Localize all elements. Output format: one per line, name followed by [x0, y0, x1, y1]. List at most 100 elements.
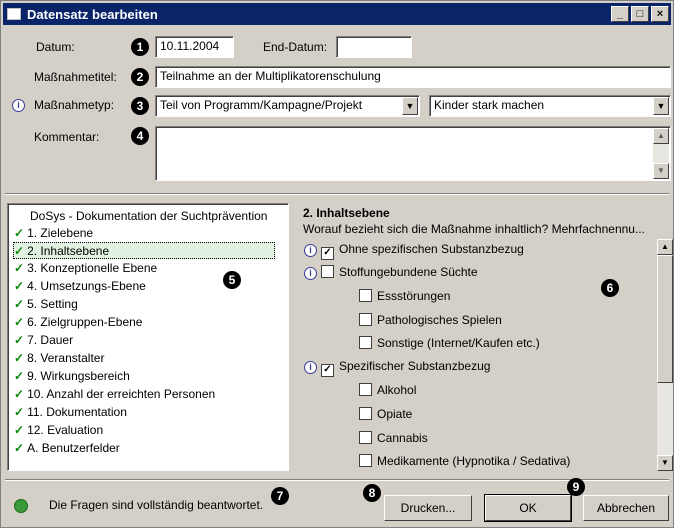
check-icon: ✓: [14, 441, 25, 455]
datum-input[interactable]: 10.11.2004: [155, 36, 234, 58]
scroll-up-icon[interactable]: ▲: [653, 128, 669, 144]
nav-item-dokumentation[interactable]: ✓ 11. Dokumentation: [14, 404, 127, 421]
checkbox-sonstige[interactable]: Sonstige (Internet/Kaufen etc.): [359, 335, 540, 351]
nav-item-inhaltsebene[interactable]: ✓ 2. Inhaltsebene: [13, 242, 275, 259]
info-icon[interactable]: i: [304, 361, 317, 374]
checkbox-ohne-substanzbezug[interactable]: ✓ Ohne spezifischen Substanzbezug: [321, 241, 524, 260]
check-icon: ✓: [14, 369, 25, 383]
nav-item-label: 3. Konzeptionelle Ebene: [27, 261, 158, 275]
checkbox-essstoerungen[interactable]: Essstörungen: [359, 288, 450, 304]
end-datum-label: End-Datum:: [263, 40, 328, 54]
checkbox-icon[interactable]: [359, 454, 372, 467]
checkbox-icon[interactable]: [359, 383, 372, 396]
scrollbar-thumb[interactable]: [657, 255, 673, 383]
massnahmetyp-label: Maßnahmetyp:: [34, 98, 115, 112]
checkbox-pathologisches-spielen[interactable]: Pathologisches Spielen: [359, 312, 502, 328]
check-icon: ✓: [14, 387, 25, 401]
dialog-window: Datensatz bearbeiten _ □ × Datum: 1 10.1…: [0, 0, 674, 528]
section-navigation-list[interactable]: DoSys - Dokumentation der Suchtpräventio…: [7, 203, 289, 471]
nav-item-dauer[interactable]: ✓ 7. Dauer: [14, 332, 73, 349]
checkbox-spezifischer-substanzbezug[interactable]: ✓ Spezifischer Substanzbezug: [321, 358, 491, 377]
info-icon[interactable]: i: [304, 244, 317, 257]
nav-item-label: 4. Umsetzungs-Ebene: [27, 279, 146, 293]
checkbox-checked-icon[interactable]: ✓: [321, 364, 334, 377]
checkbox-medikamente[interactable]: Medikamente (Hypnotika / Sedativa): [359, 453, 570, 469]
nav-item-label: 12. Evaluation: [27, 423, 104, 437]
nav-item-label: 11. Dokumentation: [27, 405, 127, 419]
checkbox-checked-icon[interactable]: ✓: [321, 247, 334, 260]
checkbox-label: Opiate: [377, 407, 413, 421]
nav-item-benutzerfelder[interactable]: ✓ A. Benutzerfelder: [14, 440, 120, 457]
nav-item-anzahl-personen[interactable]: ✓ 10. Anzahl der erreichten Personen: [14, 386, 215, 403]
check-icon: ✓: [14, 261, 25, 275]
massnahmetyp-select[interactable]: Teil von Programm/Kampagne/Projekt ▼: [155, 95, 420, 117]
datum-label: Datum:: [36, 40, 75, 54]
status-ok-icon: [14, 499, 28, 513]
checkbox-alkohol[interactable]: Alkohol: [359, 382, 416, 398]
checkbox-icon[interactable]: [359, 289, 372, 302]
title-bar[interactable]: Datensatz bearbeiten _ □ ×: [3, 3, 671, 25]
nav-item-label: 2. Inhaltsebene: [27, 244, 110, 258]
check-icon: ✓: [14, 297, 25, 311]
checkbox-stoffungebundene-suechte[interactable]: Stoffungebundene Süchte: [321, 264, 478, 280]
scroll-down-icon[interactable]: ▼: [657, 455, 673, 471]
checkbox-label: Spezifischer Substanzbezug: [339, 359, 491, 373]
minimize-button[interactable]: _: [611, 6, 629, 22]
window-icon: [7, 8, 21, 20]
callout-badge-8: 8: [363, 484, 381, 502]
checkbox-label: Cannabis: [377, 431, 428, 445]
ok-button[interactable]: OK: [484, 494, 572, 522]
checkbox-icon[interactable]: [359, 407, 372, 420]
nav-item-label: 9. Wirkungsbereich: [27, 369, 130, 383]
checkbox-icon[interactable]: [359, 313, 372, 326]
nav-item-zielgruppen-ebene[interactable]: ✓ 6. Zielgruppen-Ebene: [14, 314, 142, 331]
nav-header: DoSys - Dokumentation der Suchtpräventio…: [30, 209, 268, 223]
checkbox-icon[interactable]: [359, 336, 372, 349]
callout-badge-6: 6: [601, 279, 619, 297]
check-icon: ✓: [14, 351, 25, 365]
check-icon: ✓: [14, 423, 25, 437]
info-icon[interactable]: i: [12, 99, 25, 112]
checkbox-opiate[interactable]: Opiate: [359, 406, 412, 422]
panel-title: 2. Inhaltsebene: [303, 206, 390, 220]
check-icon: ✓: [14, 333, 25, 347]
nav-item-konzeptionelle-ebene[interactable]: ✓ 3. Konzeptionelle Ebene: [14, 260, 157, 277]
callout-badge-2: 2: [131, 68, 149, 86]
close-button[interactable]: ×: [651, 6, 669, 22]
chevron-down-icon[interactable]: ▼: [402, 97, 418, 115]
checkbox-icon[interactable]: [321, 265, 334, 278]
callout-badge-4: 4: [131, 127, 149, 145]
massnahmetitel-label: Maßnahmetitel:: [34, 70, 117, 84]
checkbox-label: Medikamente (Hypnotika / Sedativa): [377, 454, 571, 468]
maximize-button[interactable]: □: [631, 6, 649, 22]
nav-item-zielebene[interactable]: ✓ 1. Zielebene: [14, 225, 93, 242]
panel-scrollbar[interactable]: ▲ ▼: [657, 239, 673, 471]
chevron-down-icon[interactable]: ▼: [653, 97, 669, 115]
nav-item-label: 1. Zielebene: [27, 226, 94, 240]
callout-badge-1: 1: [131, 38, 149, 56]
nav-item-umsetzungs-ebene[interactable]: ✓ 4. Umsetzungs-Ebene: [14, 278, 146, 295]
kommentar-scrollbar[interactable]: ▲ ▼: [653, 128, 669, 179]
scroll-down-icon[interactable]: ▼: [653, 163, 669, 179]
check-icon: ✓: [14, 244, 25, 258]
nav-item-label: A. Benutzerfelder: [27, 441, 120, 455]
checkbox-cannabis[interactable]: Cannabis: [359, 430, 428, 446]
drucken-button[interactable]: Drucken...: [384, 495, 472, 521]
kommentar-textarea[interactable]: ▲ ▼: [155, 126, 671, 181]
end-datum-input[interactable]: [336, 36, 412, 58]
nav-item-evaluation[interactable]: ✓ 12. Evaluation: [14, 422, 103, 439]
separator: [5, 193, 669, 195]
scroll-up-icon[interactable]: ▲: [657, 239, 673, 255]
abbrechen-button[interactable]: Abbrechen: [583, 495, 669, 521]
checkbox-icon[interactable]: [359, 431, 372, 444]
nav-item-veranstalter[interactable]: ✓ 8. Veranstalter: [14, 350, 104, 367]
callout-badge-9: 9: [567, 478, 585, 496]
programm-select[interactable]: Kinder stark machen ▼: [429, 95, 671, 117]
panel-subtitle: Worauf bezieht sich die Maßnahme inhaltl…: [303, 222, 645, 236]
checkbox-label: Sonstige (Internet/Kaufen etc.): [377, 336, 540, 350]
nav-item-label: 6. Zielgruppen-Ebene: [27, 315, 143, 329]
info-icon[interactable]: i: [304, 267, 317, 280]
nav-item-wirkungsbereich[interactable]: ✓ 9. Wirkungsbereich: [14, 368, 130, 385]
massnahmetitel-input[interactable]: Teilnahme an der Multiplikatorenschulung: [155, 66, 671, 88]
nav-item-setting[interactable]: ✓ 5. Setting: [14, 296, 78, 313]
